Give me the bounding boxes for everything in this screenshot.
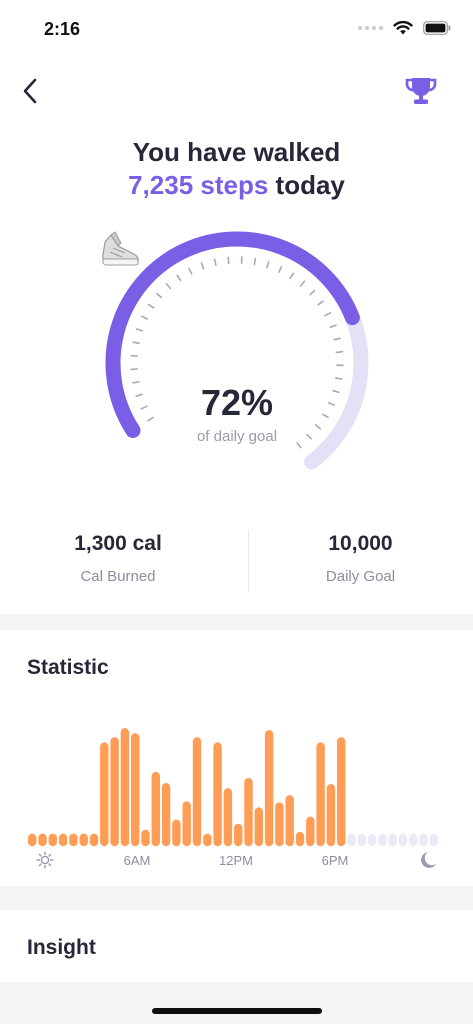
- chart-bar: [213, 742, 222, 847]
- gauge-tick: [176, 274, 182, 282]
- chart-bar: [161, 783, 171, 847]
- chart-bar-inactive: [429, 833, 439, 847]
- insight-card[interactable]: Insight: [0, 910, 473, 982]
- trophy-icon: [405, 78, 437, 104]
- chart-bar: [38, 833, 47, 847]
- chart-bar: [131, 733, 140, 847]
- statistic-card: Statistic 6AM 12PM 6PM: [0, 630, 473, 886]
- home-indicator: [152, 1008, 322, 1014]
- sun-icon: [36, 851, 54, 869]
- cellular-signal-icon: [358, 25, 383, 30]
- chart-bar: [223, 788, 233, 847]
- steps-count: 7,235 steps: [128, 170, 269, 200]
- back-button[interactable]: [14, 74, 46, 108]
- daily-goal-gauge: 72% of daily goal: [96, 226, 378, 486]
- chart-bar-inactive: [419, 833, 428, 847]
- chart-bar: [264, 730, 274, 847]
- gauge-tick: [227, 256, 230, 265]
- chart-bar: [151, 771, 160, 847]
- gauge-tick: [188, 267, 193, 275]
- chart-bar: [48, 833, 57, 847]
- chart-bar: [79, 833, 88, 847]
- chart-bar: [100, 742, 109, 847]
- steps-headline: You have walked 7,235 steps today: [0, 136, 473, 202]
- cal-burned-stat: 1,300 cal Cal Burned: [0, 530, 236, 585]
- chart-bar: [326, 784, 336, 847]
- chart-bar: [244, 777, 253, 847]
- gauge-tick: [156, 292, 163, 299]
- gauge-tick: [132, 341, 140, 345]
- steps-bar-chart: 6AM 12PM 6PM: [28, 728, 439, 869]
- daily-goal-stat: 10,000 Daily Goal: [248, 530, 473, 585]
- chart-bar: [275, 802, 284, 847]
- gauge-tick: [147, 303, 155, 309]
- status-icons: [358, 20, 451, 35]
- gauge-tick: [278, 265, 283, 274]
- chart-x-tick-label: 6AM: [124, 853, 151, 868]
- daily-goal-label: Daily Goal: [325, 568, 396, 585]
- chart-bar-inactive: [378, 833, 387, 847]
- cal-burned-value: 1,300 cal: [74, 532, 162, 555]
- gauge-tick: [253, 257, 257, 266]
- chart-bar: [203, 833, 212, 847]
- gauge-tick: [200, 262, 205, 270]
- insight-title: Insight: [27, 936, 96, 959]
- chart-bar-inactive: [357, 833, 366, 847]
- gauge-tick: [299, 280, 306, 287]
- gauge-tick: [329, 324, 337, 329]
- gauge-tick: [165, 283, 172, 290]
- chart-bar-inactive: [367, 833, 377, 847]
- chart-bar: [141, 829, 150, 847]
- headline-line2: 7,235 steps today: [0, 168, 473, 202]
- gauge-tick: [213, 258, 217, 267]
- chart-bar: [192, 737, 202, 847]
- chart-bar-inactive: [388, 833, 397, 847]
- achievements-button[interactable]: [403, 74, 439, 108]
- chart-bar: [110, 737, 119, 847]
- chart-bar: [234, 823, 243, 847]
- gauge-tick: [266, 260, 270, 269]
- stats-row: 1,300 cal Cal Burned 10,000 Daily Goal: [0, 530, 473, 592]
- chart-bar: [316, 742, 325, 847]
- chart-bar: [120, 728, 130, 847]
- chart-x-tick-label: 6PM: [322, 853, 349, 868]
- chart-bar: [58, 833, 68, 847]
- gauge-tick: [140, 315, 149, 320]
- headline-line1: You have walked: [132, 137, 341, 167]
- status-bar: 2:16: [0, 0, 473, 56]
- battery-icon: [423, 20, 451, 35]
- wifi-icon: [393, 20, 413, 35]
- goal-percent: 72%: [200, 382, 274, 423]
- goal-percent-caption: of daily goal: [196, 428, 278, 445]
- chart-x-tick-label: 12PM: [219, 853, 253, 868]
- chart-bar: [182, 801, 191, 847]
- gauge-tick: [135, 328, 144, 332]
- chart-bar: [28, 833, 37, 847]
- chart-bar-inactive: [409, 833, 418, 847]
- chart-bar: [172, 819, 181, 847]
- chart-bar: [254, 807, 263, 847]
- chart-bar: [295, 831, 305, 847]
- shoe-icon: [102, 231, 139, 266]
- status-time: 2:16: [44, 19, 81, 39]
- chart-bar-inactive: [347, 833, 356, 847]
- chart-bar: [69, 833, 78, 847]
- chart-bar: [285, 795, 294, 847]
- gauge-tick: [335, 350, 344, 354]
- gauge-tick: [317, 300, 324, 306]
- chart-bar: [337, 737, 346, 847]
- gauge-tick: [309, 289, 316, 296]
- chart-bar-inactive: [398, 833, 408, 847]
- chart-bar: [89, 833, 99, 847]
- chart-bar: [306, 816, 315, 847]
- gauge-tick: [289, 272, 295, 280]
- headline-today: today: [275, 170, 345, 200]
- chevron-left-icon: [23, 78, 37, 104]
- cal-burned-label: Cal Burned: [80, 568, 156, 585]
- gauge-tick: [333, 337, 341, 341]
- gauge-tick: [335, 377, 343, 380]
- moon-icon: [421, 852, 436, 868]
- gauge-tick: [324, 312, 332, 317]
- daily-goal-value: 10,000: [328, 532, 393, 555]
